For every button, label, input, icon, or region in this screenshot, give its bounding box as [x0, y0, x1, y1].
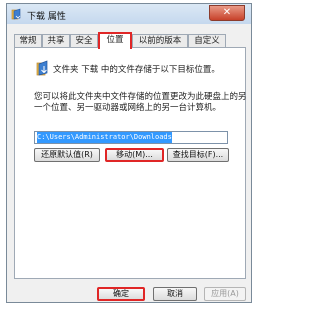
cancel-button[interactable]: 取消	[153, 287, 197, 301]
move-button[interactable]: 移动(M)...	[105, 148, 164, 162]
tab-customize[interactable]: 自定义	[188, 34, 226, 48]
tab-general[interactable]: 常规	[14, 34, 42, 48]
location-panel: 文件夹 下载 中的文件存储于以下目标位置。 您可以将此文件夹中文件存储的位置更改…	[14, 47, 247, 279]
window-title: 下载 属性	[27, 12, 66, 22]
location-details: 您可以将此文件夹中文件存储的位置更改为此硬盘上的另一个位置、另一驱动器或网络上的…	[34, 92, 247, 113]
path-value: C:\Users\Administrator\Downloads	[37, 132, 172, 143]
tab-sharing[interactable]: 共享	[42, 34, 70, 48]
restore-default-button[interactable]: 还原默认值(R)	[34, 148, 100, 162]
tab-security[interactable]: 安全	[70, 34, 98, 48]
location-description: 文件夹 下载 中的文件存储于以下目标位置。	[53, 65, 220, 75]
apply-button[interactable]: 应用(A)	[204, 287, 246, 301]
tab-location[interactable]: 位置	[98, 32, 132, 49]
title-bar: 下载 属性 ✕	[7, 4, 251, 24]
close-icon: ✕	[222, 7, 232, 18]
properties-dialog: 下载 属性 ✕ 常规 共享 安全 位置 以前的版本 自定义 文件夹 下载 中的文…	[6, 3, 252, 303]
folder-icon	[11, 8, 21, 20]
find-target-button[interactable]: 查找目标(F)...	[167, 148, 229, 162]
tab-previous-versions[interactable]: 以前的版本	[132, 34, 188, 48]
tab-bar: 常规 共享 安全 位置 以前的版本 自定义	[14, 32, 244, 49]
folder-icon	[36, 60, 48, 76]
ok-button[interactable]: 确定	[97, 287, 145, 301]
path-input[interactable]: C:\Users\Administrator\Downloads	[34, 131, 228, 144]
close-button[interactable]: ✕	[209, 5, 245, 21]
